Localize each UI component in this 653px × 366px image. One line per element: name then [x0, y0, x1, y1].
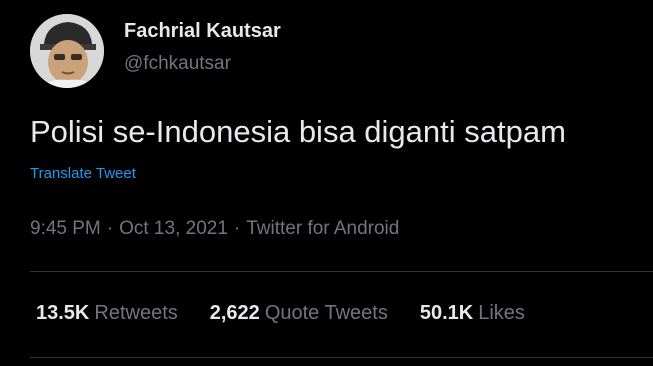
likes-count: 50.1K: [419, 302, 474, 324]
meta-separator: ·: [106, 218, 114, 239]
tweet-date[interactable]: Oct 13, 2021: [119, 218, 228, 239]
tweet-detail: Fachrial Kautsar @fchkautsar Polisi se-I…: [0, 0, 653, 366]
quote-tweets-stat[interactable]: 2,622 Quote Tweets: [210, 302, 388, 325]
avatar[interactable]: [30, 14, 104, 88]
quote-tweets-count: 2,622: [209, 302, 260, 324]
author-handle[interactable]: @fchkautsar: [124, 53, 231, 75]
retweets-stat[interactable]: 13.5K Retweets: [36, 302, 178, 325]
quote-tweets-label: Quote Tweets: [264, 302, 388, 324]
likes-stat[interactable]: 50.1K Likes: [420, 302, 525, 325]
tweet-time[interactable]: 9:45 PM: [30, 218, 101, 239]
author-display-name[interactable]: Fachrial Kautsar: [124, 20, 281, 43]
tweet-meta: 9:45 PM · Oct 13, 2021 · Twitter for Android: [30, 218, 399, 240]
retweets-label: Retweets: [94, 302, 178, 324]
retweets-count: 13.5K: [36, 302, 90, 324]
tweet-text: Polisi se-Indonesia bisa diganti satpam: [30, 114, 566, 149]
avatar-image: [30, 14, 104, 88]
engagement-stats: 13.5K Retweets 2,622 Quote Tweets 50.1K Lik…: [36, 302, 557, 325]
translate-tweet-link[interactable]: Translate Tweet: [30, 165, 136, 182]
meta-separator: ·: [233, 218, 241, 239]
tweet-source[interactable]: Twitter for Android: [246, 218, 399, 239]
divider: [30, 271, 653, 272]
likes-label: Likes: [478, 302, 525, 324]
divider: [30, 357, 653, 358]
